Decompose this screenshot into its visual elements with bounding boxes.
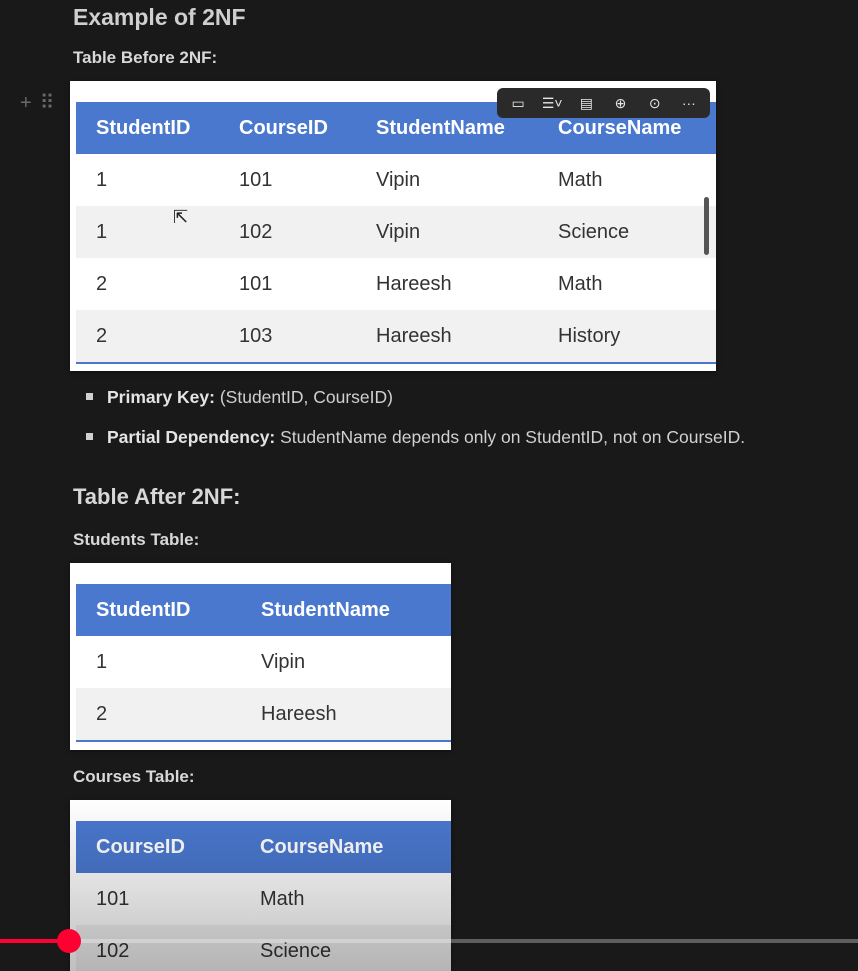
page-title: Example of 2NF bbox=[73, 4, 246, 30]
download-icon[interactable]: ⊙ bbox=[642, 95, 668, 112]
comment-icon[interactable]: ▭ bbox=[505, 95, 531, 112]
header-cell: CourseName bbox=[240, 821, 451, 873]
mouse-cursor-icon: ⇱ bbox=[173, 207, 189, 227]
bullet-text: StudentName depends only on StudentID, n… bbox=[275, 427, 746, 447]
students-table: StudentID StudentName 1 Vipin 2 Hareesh bbox=[76, 584, 451, 742]
courses-label: Courses Table: bbox=[73, 767, 195, 786]
cell: Math bbox=[260, 887, 305, 910]
cell: 101 bbox=[96, 887, 130, 910]
align-icon[interactable]: ☰˅ bbox=[539, 95, 565, 112]
table-row: 1 102 Vipin Science bbox=[76, 206, 716, 258]
cell: 2 bbox=[76, 310, 219, 364]
cell: Vipin bbox=[261, 650, 306, 673]
cell: Science bbox=[240, 925, 451, 971]
courses-table: CourseID CourseName 101 Math 102 Science bbox=[76, 821, 451, 971]
header-cell: StudentID bbox=[76, 584, 241, 636]
bullet-bold: Partial Dependency: bbox=[107, 427, 276, 447]
add-block-icon[interactable]: + bbox=[20, 92, 32, 114]
cell: Science bbox=[538, 206, 716, 258]
cell: 101 bbox=[239, 168, 273, 191]
bullet-partial-dependency: Partial Dependency: StudentName depends … bbox=[86, 427, 745, 448]
caption-icon[interactable]: ▤ bbox=[573, 95, 599, 112]
cell: 1 bbox=[96, 168, 108, 191]
students-label: Students Table: bbox=[73, 530, 200, 549]
cell: 101 bbox=[239, 272, 273, 295]
image-table-before[interactable]: StudentID CourseID StudentName CourseNam… bbox=[70, 81, 716, 371]
more-icon[interactable]: ··· bbox=[676, 95, 702, 111]
table-row: 1 101 Vipin Math bbox=[76, 154, 716, 206]
bullet-primary-key: Primary Key: (StudentID, CourseID) bbox=[86, 387, 393, 408]
table-before: StudentID CourseID StudentName CourseNam… bbox=[76, 102, 716, 364]
bullet-icon bbox=[86, 432, 93, 440]
video-progress-track[interactable] bbox=[0, 939, 858, 943]
drag-handle-icon[interactable]: ⠿ bbox=[40, 92, 55, 114]
cell: 103 bbox=[219, 310, 356, 364]
cell: Vipin bbox=[356, 206, 538, 258]
cell: Hareesh bbox=[356, 310, 538, 364]
bullet-text: (StudentID, CourseID) bbox=[214, 387, 393, 407]
cell: Math bbox=[558, 168, 603, 191]
cell: 2 bbox=[96, 272, 108, 295]
table-header-row: CourseID CourseName bbox=[76, 821, 451, 873]
after-heading: Table After 2NF: bbox=[73, 484, 241, 509]
cell: 102 bbox=[219, 206, 356, 258]
table-row: 102 Science bbox=[76, 925, 451, 971]
cell: 1 bbox=[76, 206, 219, 258]
cell: 102 bbox=[76, 925, 240, 971]
cell: Hareesh bbox=[241, 688, 451, 742]
table-row: 2 103 Hareesh History bbox=[76, 310, 716, 364]
cell: 2 bbox=[76, 688, 241, 742]
table-row: 1 Vipin bbox=[76, 636, 451, 688]
cell: 1 bbox=[96, 650, 108, 673]
table-row: 2 Hareesh bbox=[76, 688, 451, 742]
header-cell: CourseID bbox=[219, 102, 356, 154]
cell: Vipin bbox=[376, 168, 421, 191]
image-students-table[interactable]: StudentID StudentName 1 Vipin 2 Hareesh bbox=[70, 563, 451, 750]
image-toolbar: ▭ ☰˅ ▤ ⊕ ⊙ ··· bbox=[497, 88, 710, 118]
block-handle[interactable]: + ⠿ bbox=[20, 90, 62, 115]
cell: History bbox=[538, 310, 716, 364]
image-scrollbar[interactable] bbox=[704, 197, 709, 255]
table-header-row: StudentID StudentName bbox=[76, 584, 451, 636]
table-row: 2 101 Hareesh Math bbox=[76, 258, 716, 310]
bullet-bold: Primary Key: bbox=[107, 387, 215, 407]
header-cell: StudentName bbox=[241, 584, 451, 636]
cell: Hareesh bbox=[376, 272, 452, 295]
header-cell: CourseID bbox=[76, 821, 240, 873]
cell: Math bbox=[558, 272, 603, 295]
bullet-icon bbox=[86, 392, 93, 400]
video-progress-handle[interactable] bbox=[56, 929, 81, 953]
image-courses-table[interactable]: CourseID CourseName 101 Math 102 Science bbox=[70, 800, 451, 971]
zoom-in-icon[interactable]: ⊕ bbox=[608, 95, 634, 112]
before-label: Table Before 2NF: bbox=[73, 48, 218, 67]
header-cell: StudentID bbox=[76, 102, 219, 154]
table-row: 101 Math bbox=[76, 873, 451, 925]
